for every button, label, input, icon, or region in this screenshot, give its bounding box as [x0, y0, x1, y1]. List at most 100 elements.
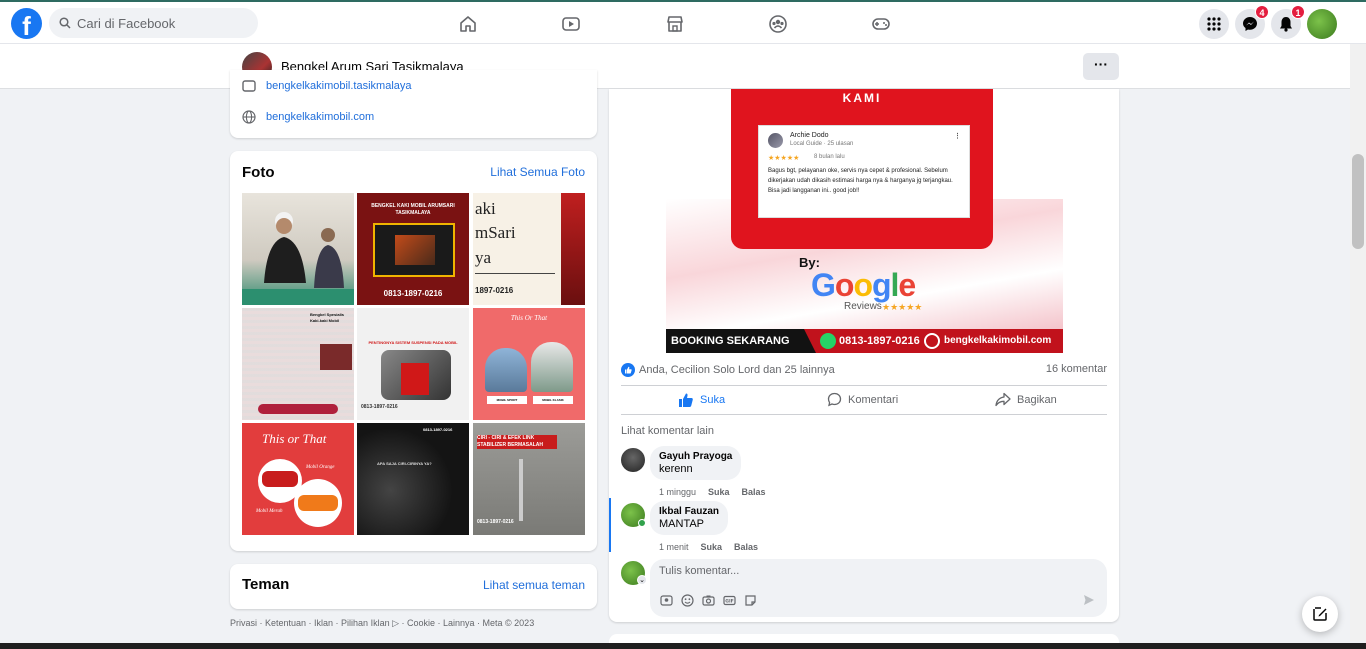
comment-button[interactable]: Komentari	[827, 392, 898, 407]
photo-thumbnail[interactable]: aki mSari ya 1897-0216	[473, 193, 585, 305]
send-icon[interactable]	[1083, 594, 1095, 606]
commenter-avatar[interactable]	[621, 448, 645, 472]
comment-like-link[interactable]: Suka	[708, 487, 730, 497]
photos-card: Foto Lihat Semua Foto BENGKEL KAKI MOBIL…	[230, 151, 597, 551]
photo-caption: This Or That	[510, 314, 548, 322]
photo-phone: 0813-1897-0216	[423, 427, 453, 432]
intro-partial-link[interactable]: bengkelkakimobil.tasikmalaya	[242, 80, 412, 92]
footer-links[interactable]: Privasi · Ketentuan · Iklan · Pilihan Ik…	[230, 618, 534, 629]
photo-people-image	[242, 212, 354, 305]
photo-phone: 1897-0216	[475, 286, 514, 295]
search-input[interactable]	[77, 15, 247, 31]
marketplace-icon[interactable]	[663, 12, 687, 36]
photo-phone: 0813-1897-0216	[383, 289, 443, 298]
view-more-comments-link[interactable]: Lihat komentar lain	[621, 425, 714, 437]
comment-time[interactable]: 1 menit	[659, 542, 689, 552]
web-icon	[924, 333, 940, 349]
video-icon[interactable]	[559, 12, 583, 36]
gif-icon[interactable]: GIF	[723, 594, 736, 607]
commenter-name[interactable]: Gayuh Prayoga	[659, 451, 732, 462]
post-ad-image[interactable]: KAMI Archie Dodo Local Guide · 25 ulasan…	[666, 89, 1063, 353]
google-logo: Google	[811, 267, 916, 303]
comment-text: kerenn	[659, 463, 693, 475]
emoji-icon[interactable]	[681, 594, 694, 607]
website-link[interactable]: bengkelkakimobil.com	[242, 110, 374, 124]
intro-card: bengkelkakimobil.tasikmalaya bengkelkaki…	[230, 70, 597, 138]
photo-thumbnail[interactable]	[242, 193, 354, 305]
comment-text: MANTAP	[659, 518, 705, 530]
ad-reviews-stars: ★★★★★	[882, 302, 923, 312]
photo-thumbnail[interactable]: CIRI - CIRI & EFEK LINK STABILIZER BERMA…	[473, 423, 585, 535]
facebook-logo-icon[interactable]: f	[11, 8, 42, 39]
comment-input[interactable]	[659, 565, 959, 577]
post-card: KAMI Archie Dodo Local Guide · 25 ulasan…	[609, 89, 1119, 622]
photo-thumbnail[interactable]: APA SAJA CIRI-CIRINYA YA? 0813-1897-0216	[357, 423, 469, 535]
new-comment-indicator	[609, 498, 611, 552]
comment-reply-link[interactable]: Balas	[734, 542, 758, 552]
scrollbar-thumb[interactable]	[1352, 154, 1364, 249]
photo-caption: aki	[475, 199, 496, 218]
ad-review-time: 8 bulan lalu	[814, 154, 845, 160]
comment-meta: 1 menit Suka Balas	[659, 542, 758, 552]
ad-reviewer-sub: Local Guide · 25 ulasan	[790, 141, 854, 147]
ad-header: KAMI	[842, 91, 882, 105]
messenger-button[interactable]: 4	[1235, 5, 1269, 39]
share-button[interactable]: Bagikan	[995, 392, 1057, 407]
comment-meta: 1 minggu Suka Balas	[659, 487, 766, 497]
photo-phone: 0813-1897-0216	[477, 519, 514, 525]
more-options-button[interactable]: ···	[1083, 53, 1119, 80]
photo-thumbnail[interactable]: PENTINGNYA SISTEM SUSPENSI PADA MOBIL 08…	[357, 308, 469, 420]
whatsapp-icon	[820, 333, 836, 349]
photo-caption: BENGKEL KAKI MOBIL ARUMSARI TASIKMALAYA	[371, 203, 455, 216]
photos-title: Foto	[242, 164, 275, 181]
photo-thumbnail[interactable]: Bengkel Spesialis Kaki-kaki Mobil	[242, 308, 354, 420]
camera-icon[interactable]	[702, 594, 715, 607]
commenter-name[interactable]: Ikbal Fauzan	[659, 506, 719, 517]
ad-review-stars: ★★★★★	[768, 155, 800, 162]
avatar-sticker-icon[interactable]	[660, 594, 673, 607]
ad-review-text: Bagus bgt, pelayanan oke, servis nya cep…	[768, 168, 953, 194]
photo-phone: 0813-1897-0216	[361, 404, 398, 410]
comment-composer[interactable]: GIF	[650, 559, 1107, 617]
scrollbar-track[interactable]	[1350, 44, 1366, 641]
search-box[interactable]	[49, 8, 258, 38]
sticker-icon[interactable]	[744, 594, 757, 607]
reactions-summary[interactable]: Anda, Cecilion Solo Lord dan 25 lainnya	[621, 363, 835, 377]
account-avatar[interactable]	[1307, 9, 1337, 39]
photo-caption: Mobil Orange	[306, 465, 335, 470]
photo-caption: APA SAJA CIRI-CIRINYA YA?	[377, 461, 432, 466]
friends-title: Teman	[242, 576, 290, 593]
photo-caption: CIRI - CIRI & EFEK LINK STABILIZER BERMA…	[477, 435, 544, 448]
photo-caption: This or That	[262, 431, 327, 446]
comment-reply-link[interactable]: Balas	[742, 487, 766, 497]
groups-icon[interactable]	[766, 12, 790, 36]
photo-thumbnail[interactable]: This Or That MOBIL SPORT MOBIL KLASIK	[473, 308, 585, 420]
comment-time[interactable]: 1 minggu	[659, 487, 696, 497]
ad-booking-label: BOOKING SEKARANG	[671, 335, 790, 347]
photo-thumbnail[interactable]: BENGKEL KAKI MOBIL ARUMSARI TASIKMALAYA …	[357, 193, 469, 305]
gaming-icon[interactable]	[869, 12, 893, 36]
see-all-photos-link[interactable]: Lihat Semua Foto	[490, 165, 585, 179]
new-message-button[interactable]	[1302, 596, 1338, 632]
friends-card: Teman Lihat semua teman	[230, 564, 597, 609]
menu-grid-button[interactable]	[1199, 9, 1229, 39]
messenger-badge: 4	[1255, 5, 1269, 19]
ad-reviews-label: Reviews	[844, 301, 882, 312]
see-all-friends-link[interactable]: Lihat semua teman	[483, 578, 585, 592]
ad-website: bengkelkakimobil.com	[944, 335, 1052, 346]
ad-review-more-icon: ⋮	[954, 133, 961, 140]
divider	[621, 414, 1107, 415]
comment-like-link[interactable]: Suka	[701, 542, 723, 552]
comment-bubble: Ikbal Fauzan MANTAP	[650, 501, 729, 535]
svg-text:GIF: GIF	[725, 599, 733, 605]
home-icon[interactable]	[456, 12, 480, 36]
chevron-down-icon[interactable]: ⌄	[637, 575, 647, 585]
comment-count[interactable]: 16 komentar	[1046, 363, 1107, 375]
photo-caption: ya	[475, 248, 492, 267]
notifications-button[interactable]: 1	[1271, 5, 1305, 39]
ad-review-card: Archie Dodo Local Guide · 25 ulasan ⋮ ★★…	[758, 125, 970, 218]
photo-thumbnail[interactable]: This or That Mobil Orange Mobil Merah	[242, 423, 354, 535]
messenger-icon	[1243, 17, 1257, 31]
like-button[interactable]: Suka	[678, 392, 725, 408]
page-icon	[242, 80, 256, 92]
